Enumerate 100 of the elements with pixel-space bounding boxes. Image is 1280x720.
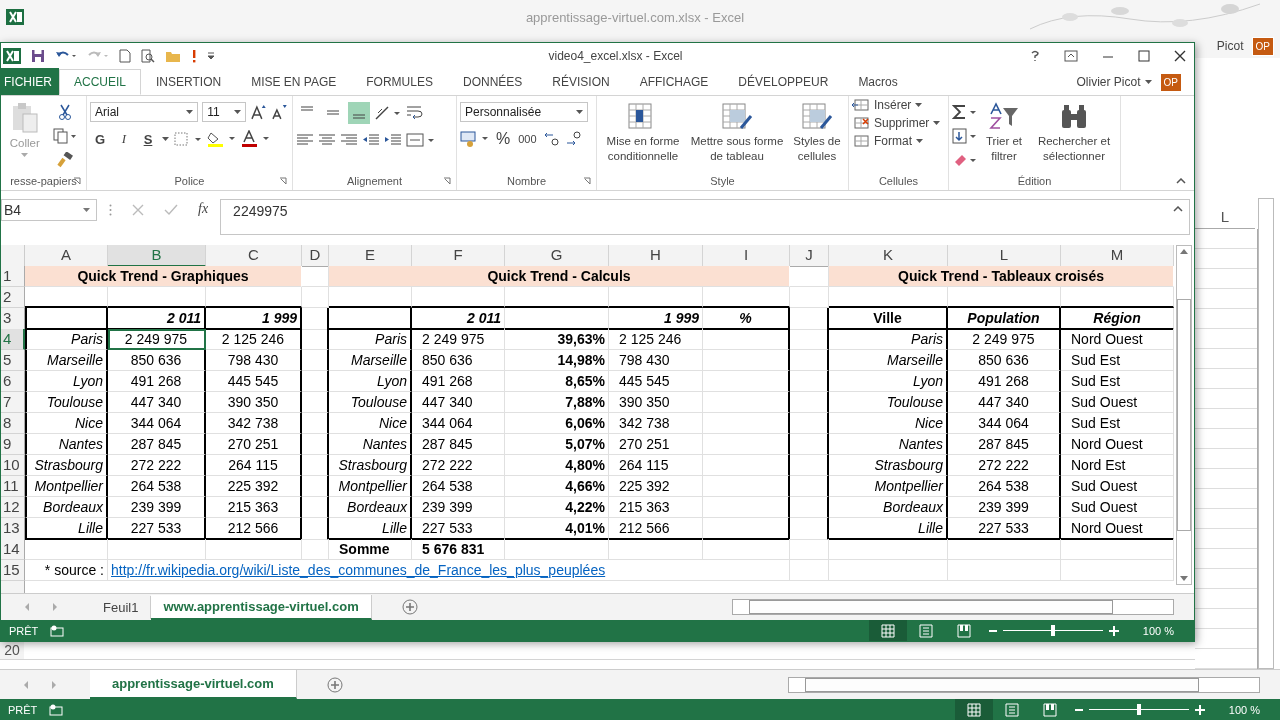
column-header[interactable]: M [1061,245,1174,267]
scissors-icon[interactable] [57,104,74,120]
new-document-icon[interactable] [119,49,131,63]
table-style-icon[interactable] [801,102,833,132]
style-button[interactable]: Styles de cellules [788,134,846,164]
font-color-icon[interactable] [241,130,271,148]
decrease-decimal-icon[interactable] [564,131,583,147]
ribbon-tab[interactable]: MISE EN PAGE [236,69,352,95]
autosum-icon[interactable] [952,104,978,120]
column-header[interactable]: C [206,245,302,267]
vertical-scrollbar[interactable] [1258,198,1274,669]
normal-view-icon[interactable] [868,619,907,641]
ribbon-tab[interactable]: DONNÉES [447,69,538,95]
expand-icon[interactable] [1173,206,1183,212]
ribbon-tab[interactable]: DÉVELOPPEUR [723,69,844,95]
macro-record-icon[interactable] [50,624,65,637]
add-sheet-icon[interactable] [326,676,343,693]
column-header[interactable]: J [790,245,829,267]
customize-caret-icon[interactable] [207,52,215,60]
wrap-text-icon[interactable] [406,105,424,121]
column-header[interactable]: I [703,245,790,267]
fill-color-icon[interactable] [207,130,237,148]
user-name[interactable]: Picot [1216,39,1244,53]
zoom-level[interactable]: 100 % [1210,703,1280,716]
formula-field[interactable]: 2249975 [220,199,1190,235]
column-header[interactable]: D [302,245,329,267]
caret-icon[interactable] [186,110,194,114]
copy-icon[interactable] [53,128,78,144]
zoom-in-icon[interactable] [1194,704,1205,715]
decrease-font-size-icon[interactable] [271,104,289,120]
row-header[interactable]: 1 [1,266,25,287]
font-size-field[interactable]: 11 [202,102,246,122]
caret-icon[interactable] [162,137,169,141]
font-name-field[interactable]: Arial [90,102,199,122]
caret-icon[interactable] [916,139,923,143]
sheet-tab[interactable]: www.apprentissage-virtuel.com [151,594,372,620]
fill-down-icon[interactable] [952,128,978,144]
accounting-format-icon[interactable] [460,130,490,148]
column-header[interactable]: L [948,245,1061,267]
macro-record-icon[interactable] [49,703,64,716]
caret-icon[interactable] [83,208,90,212]
column-header[interactable]: E [329,245,412,267]
print-preview-icon[interactable] [141,49,155,63]
cells-icon[interactable] [852,98,870,112]
name-box[interactable]: B4 [1,199,97,221]
user-name[interactable]: Olivier Picot [1076,75,1141,89]
number-format-field[interactable]: Personnalisée [460,102,588,122]
caret-icon[interactable] [233,110,241,114]
caret-icon[interactable] [915,103,923,107]
percent-button[interactable]: % [494,130,513,148]
table-style-icon[interactable] [721,102,753,132]
scroll-up-icon[interactable] [1180,249,1188,254]
editing-button[interactable]: Rechercher et sélectionner [1030,134,1118,164]
vertical-scrollbar[interactable] [1176,245,1192,585]
align-left-icon[interactable] [296,133,314,147]
help-icon[interactable] [1030,50,1040,62]
ribbon-tab[interactable]: ACCUEIL [59,69,141,95]
maximize-icon[interactable] [1138,50,1150,62]
cells-icon[interactable] [852,134,870,148]
editing-button[interactable]: Trier et filtrer [980,134,1028,164]
ribbon-display-icon[interactable] [1064,50,1078,62]
style-button[interactable]: Mise en forme conditionnelle [600,134,686,164]
dialog-launcher-icon[interactable] [443,177,451,185]
ribbon-tab[interactable]: FICHIER [1,68,59,96]
column-header[interactable]: A [25,245,108,267]
dialog-launcher-icon[interactable] [583,177,591,185]
caret-icon[interactable] [1144,80,1152,84]
row-header[interactable]: 4 [1,329,25,350]
column-header[interactable]: F [412,245,505,267]
align-center-icon[interactable] [318,133,336,147]
normal-view-icon[interactable] [954,698,993,720]
link[interactable]: http://fr.wikipedia.org/wiki/Liste_des_communes_de_France_les_plus_peuplées [108,560,790,581]
bold-button[interactable]: G [90,131,110,147]
cells-button[interactable]: Supprimer [874,116,930,130]
merge-cells-icon[interactable] [406,132,436,148]
ribbon-tab[interactable]: FORMULES [351,69,448,95]
text-orientation-icon[interactable] [374,105,402,121]
cells-icon[interactable] [852,116,870,130]
zoom-in-icon[interactable] [1108,625,1119,636]
underline-button[interactable]: S [138,131,158,147]
thousands-separator-button[interactable]: 000 [516,133,539,145]
horizontal-scrollbar[interactable] [788,676,1260,693]
column-header[interactable]: B [108,245,206,267]
ribbon-tab[interactable]: Macros [843,69,913,95]
ribbon-tab[interactable]: RÉVISION [537,69,625,95]
collapse-ribbon-icon[interactable] [1176,178,1186,184]
exclamation-icon[interactable] [191,49,197,63]
zoom-level[interactable]: 100 % [1124,624,1194,637]
column-header[interactable]: G [505,245,609,267]
sort-filter-icon[interactable] [988,102,1020,132]
horizontal-scrollbar[interactable] [732,599,1174,615]
insert-function-button[interactable]: fx [198,201,209,217]
style-button[interactable]: Mettre sous forme de tableau [688,134,786,164]
ribbon-tab[interactable]: INSERTION [141,69,237,95]
user-avatar[interactable]: OP [1159,72,1182,92]
cells-button[interactable]: Format [874,134,912,148]
add-sheet-icon[interactable] [401,599,418,615]
increase-indent-icon[interactable] [384,133,402,147]
italic-button[interactable]: I [114,131,134,147]
ribbon-tab[interactable]: AFFICHAGE [624,69,724,95]
